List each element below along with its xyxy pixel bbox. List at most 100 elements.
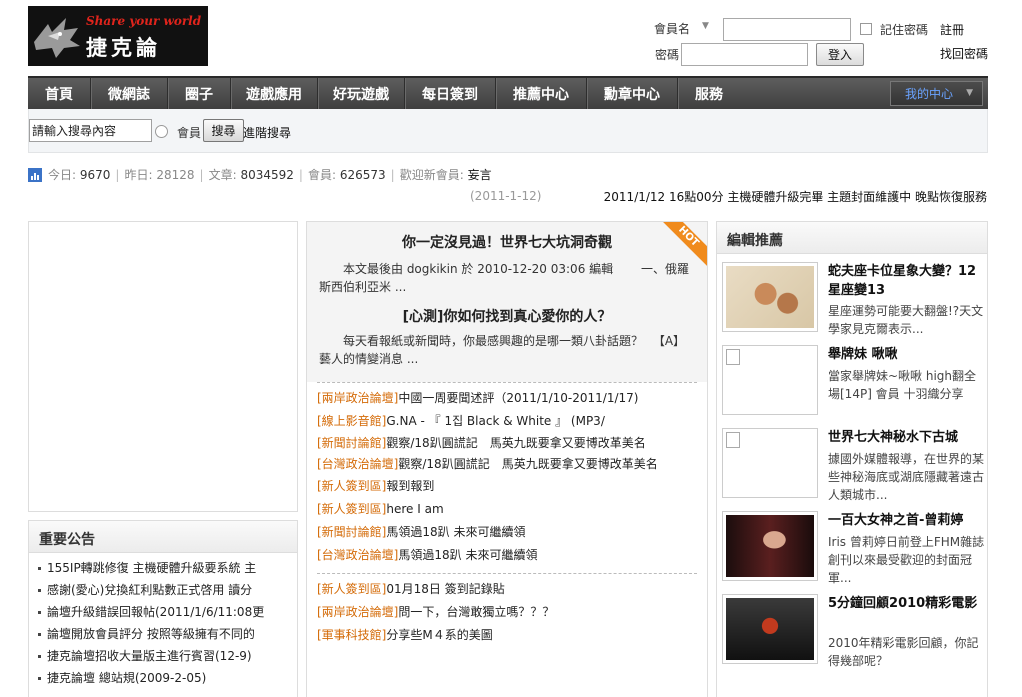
logo-name: 捷克論: [86, 36, 161, 60]
thread-row[interactable]: [軍事科技館]分享些M４系的美圖: [317, 624, 697, 647]
announcement-item[interactable]: 論壇升級錯誤回報帖(2011/1/6/11:08更: [37, 601, 297, 623]
thread-title[interactable]: 觀察/18趴圓謊記 馬英九既要拿又要博改革美名: [398, 457, 657, 471]
login-form: 會員名 ▼ 記住密碼 註冊 密碼 登入 找回密碼: [652, 16, 992, 70]
pick-description: 2010年精彩電影回顧，你記得幾部呢？: [828, 636, 979, 668]
logo-tagline: Share your world: [86, 14, 202, 28]
pick-title[interactable]: 蛇夫座卡位星象大變？12星座變13: [828, 262, 986, 300]
thread-category[interactable]: [新人簽到區]: [317, 502, 386, 516]
chevron-down-icon[interactable]: ▼: [702, 21, 709, 31]
pick-title[interactable]: 世界七大神秘水下古城: [828, 428, 986, 447]
pick-description: Iris 曾莉婷日前登上FHM雜誌創刊以來最受歡迎的封面冠軍...: [828, 535, 985, 585]
thread-title[interactable]: 分享些M４系的美圖: [386, 628, 492, 642]
thread-row[interactable]: [新聞討論館]馬領過18趴 未來可繼續領: [317, 521, 697, 544]
search-input[interactable]: [29, 119, 152, 142]
my-center-label: 我的中心: [905, 87, 954, 101]
thread-title[interactable]: 01月18日 簽到記錄貼: [386, 582, 504, 596]
thread-category[interactable]: [新人簽到區]: [317, 582, 386, 596]
featured-headline[interactable]: 你一定沒見過！世界七大坑洞奇觀: [319, 232, 695, 252]
stats-chart-icon: [28, 167, 42, 182]
pick-item[interactable]: 一百大女神之首-曾莉婷 Iris 曾莉婷日前登上FHM雜誌創刊以來最受歡迎的封面…: [717, 503, 987, 586]
thread-row[interactable]: [新人簽到區]報到報到: [317, 475, 697, 498]
remember-label: 記住密碼: [880, 23, 929, 37]
thread-row[interactable]: [兩岸政治論壇]中國一周要聞述評（2011/1/10-2011/1/17): [317, 387, 697, 410]
nav-item-game-apps[interactable]: 遊戲應用: [231, 78, 318, 109]
thread-row[interactable]: [台灣政治論壇]馬領過18趴 未來可繼續領: [317, 544, 697, 567]
nav-item-microblog[interactable]: 微網誌: [91, 78, 168, 109]
login-button[interactable]: 登入: [816, 43, 864, 66]
announcement-item[interactable]: 捷克論壇 總站規(2009-2-05): [37, 667, 297, 689]
thread-category[interactable]: [軍事科技館]: [317, 628, 386, 642]
thread-category[interactable]: [新聞討論館]: [317, 436, 386, 450]
pick-title[interactable]: 5分鐘回顧2010精彩電影: [828, 594, 986, 613]
advanced-search-link[interactable]: 進階搜尋: [243, 124, 291, 141]
thread-row[interactable]: [新聞討論館]觀察/18趴圓謊記 馬英九既要拿又要博改革美名: [317, 433, 697, 454]
featured-headline[interactable]: [心測]你如何找到真心愛你的人？: [319, 306, 695, 326]
pick-thumbnail[interactable]: [722, 594, 818, 664]
announcement-item[interactable]: 論壇開放會員評分 按照等級擁有不同的: [37, 623, 297, 645]
pick-item[interactable]: 5分鐘回顧2010精彩電影 2010年精彩電影回顧，你記得幾部呢？: [717, 586, 987, 669]
my-center-button[interactable]: 我的中心 ▼: [890, 81, 983, 106]
thread-title[interactable]: 報到報到: [386, 479, 434, 493]
pick-thumbnail[interactable]: [722, 428, 818, 498]
member-radio[interactable]: [155, 125, 168, 138]
nav-item-recommend[interactable]: 推薦中心: [496, 78, 587, 109]
username-input[interactable]: [723, 18, 851, 41]
announcement-item[interactable]: 155IP轉跳修復 主機硬體升級要系統 主: [37, 557, 297, 579]
pick-title[interactable]: 一百大女神之首-曾莉婷: [828, 511, 986, 530]
thread-row[interactable]: [新人簽到區]01月18日 簽到記錄貼: [317, 578, 697, 601]
username-label: 會員名: [654, 22, 691, 36]
thread-row[interactable]: [兩岸政治論壇]問一下，台灣敢獨立嗎？？？: [317, 601, 697, 624]
announcement-item[interactable]: 捷克論壇招收大量版主進行賓習(12-9): [37, 645, 297, 667]
thread-row[interactable]: [台灣政治論壇]觀察/18趴圓謊記 馬英九既要拿又要博改革美名: [317, 454, 697, 475]
thread-category[interactable]: [新聞討論館]: [317, 525, 386, 539]
search-button[interactable]: 搜尋: [203, 119, 244, 142]
notice-date: (2011-1-12): [470, 189, 542, 203]
forgot-password-link[interactable]: 找回密碼: [940, 45, 988, 62]
thread-title[interactable]: 問一下，台灣敢獨立嗎？？？: [398, 605, 554, 619]
thread-title[interactable]: here I am: [386, 502, 443, 516]
site-logo[interactable]: Share your world 捷克論: [28, 6, 208, 66]
remember-checkbox[interactable]: [860, 23, 872, 35]
thread-category[interactable]: [兩岸政治論壇]: [317, 391, 398, 405]
nav-item-home[interactable]: 首頁: [28, 78, 91, 109]
nav-item-daily-signin[interactable]: 每日簽到: [405, 78, 496, 109]
nav-item-circles[interactable]: 圈子: [168, 78, 231, 109]
thread-title[interactable]: G.NA - 『 1집 Black & White 』 (MP3/: [386, 414, 605, 428]
notice-link[interactable]: 2011/1/12 16點00分 主機硬體升級完畢 主題封面維護中 晚點恢復服務: [604, 188, 987, 205]
welcome-label: 歡迎新會員:: [399, 168, 464, 182]
thread-category[interactable]: [台灣政治論壇]: [317, 457, 398, 471]
featured-summary: 每天看報紙或新聞時，你最感興趣的是哪一類八卦話題？ 【A】藝人的情變消息 ...: [319, 334, 686, 366]
pick-item[interactable]: 世界七大神秘水下古城 據國外媒體報導，在世界的某些神秘海底或湖底隱藏著遠古人類城…: [717, 420, 987, 503]
chevron-down-icon: ▼: [966, 88, 973, 98]
thread-row[interactable]: [新人簽到區]here I am: [317, 498, 697, 521]
pick-item[interactable]: 蛇夫座卡位星象大變？12星座變13 星座運勢可能要大翻盤!?天文學家見克爾表示.…: [717, 254, 987, 337]
nav-item-fun-games[interactable]: 好玩遊戲: [318, 78, 405, 109]
thread-row[interactable]: [線上影音館]G.NA - 『 1집 Black & White 』 (MP3/: [317, 410, 697, 433]
announcement-item[interactable]: 感謝(愛心)兌換紅利點數正式啓用 讀分: [37, 579, 297, 601]
nav-item-services[interactable]: 服務: [678, 78, 740, 109]
thread-title[interactable]: 觀察/18趴圓謊記 馬英九既要拿又要博改革美名: [386, 436, 645, 450]
pick-item[interactable]: 舉牌妹 啾啾 當家舉牌妹~啾啾 high翻全場[14P] 會員 十羽織分享: [717, 337, 987, 420]
hot-ribbon: HOT: [653, 222, 707, 276]
featured-top: 你一定沒見過！世界七大坑洞奇觀 本文最後由 dogkikin 於 2010-12…: [307, 222, 707, 382]
thread-category[interactable]: [線上影音館]: [317, 414, 386, 428]
pick-thumbnail[interactable]: [722, 262, 818, 332]
password-input[interactable]: [681, 43, 808, 66]
members-label: 會員:: [307, 168, 336, 182]
register-link[interactable]: 註冊: [940, 21, 964, 38]
pick-description: 據國外媒體報導，在世界的某些神秘海底或湖底隱藏著遠古人類城市...: [828, 452, 985, 502]
thread-title[interactable]: 馬領過18趴 未來可繼續領: [398, 548, 537, 562]
thread-category[interactable]: [兩岸政治論壇]: [317, 605, 398, 619]
pick-title[interactable]: 舉牌妹 啾啾: [828, 345, 986, 364]
thread-category[interactable]: [台灣政治論壇]: [317, 548, 398, 562]
nav-item-medals[interactable]: 勳章中心: [587, 78, 678, 109]
pick-thumbnail[interactable]: [722, 345, 818, 415]
pick-thumbnail[interactable]: [722, 511, 818, 581]
posts-label: 文章:: [208, 168, 237, 182]
editor-picks-panel: 編輯推薦 蛇夫座卡位星象大變？12星座變13 星座運勢可能要大翻盤!?天文學家見…: [716, 221, 988, 697]
thread-title[interactable]: 馬領過18趴 未來可繼續領: [386, 525, 525, 539]
thread-title[interactable]: 中國一周要聞述評（2011/1/10-2011/1/17): [398, 391, 638, 405]
broken-image-icon: [726, 432, 740, 448]
new-member-link[interactable]: 妄言: [468, 166, 492, 183]
thread-category[interactable]: [新人簽到區]: [317, 479, 386, 493]
